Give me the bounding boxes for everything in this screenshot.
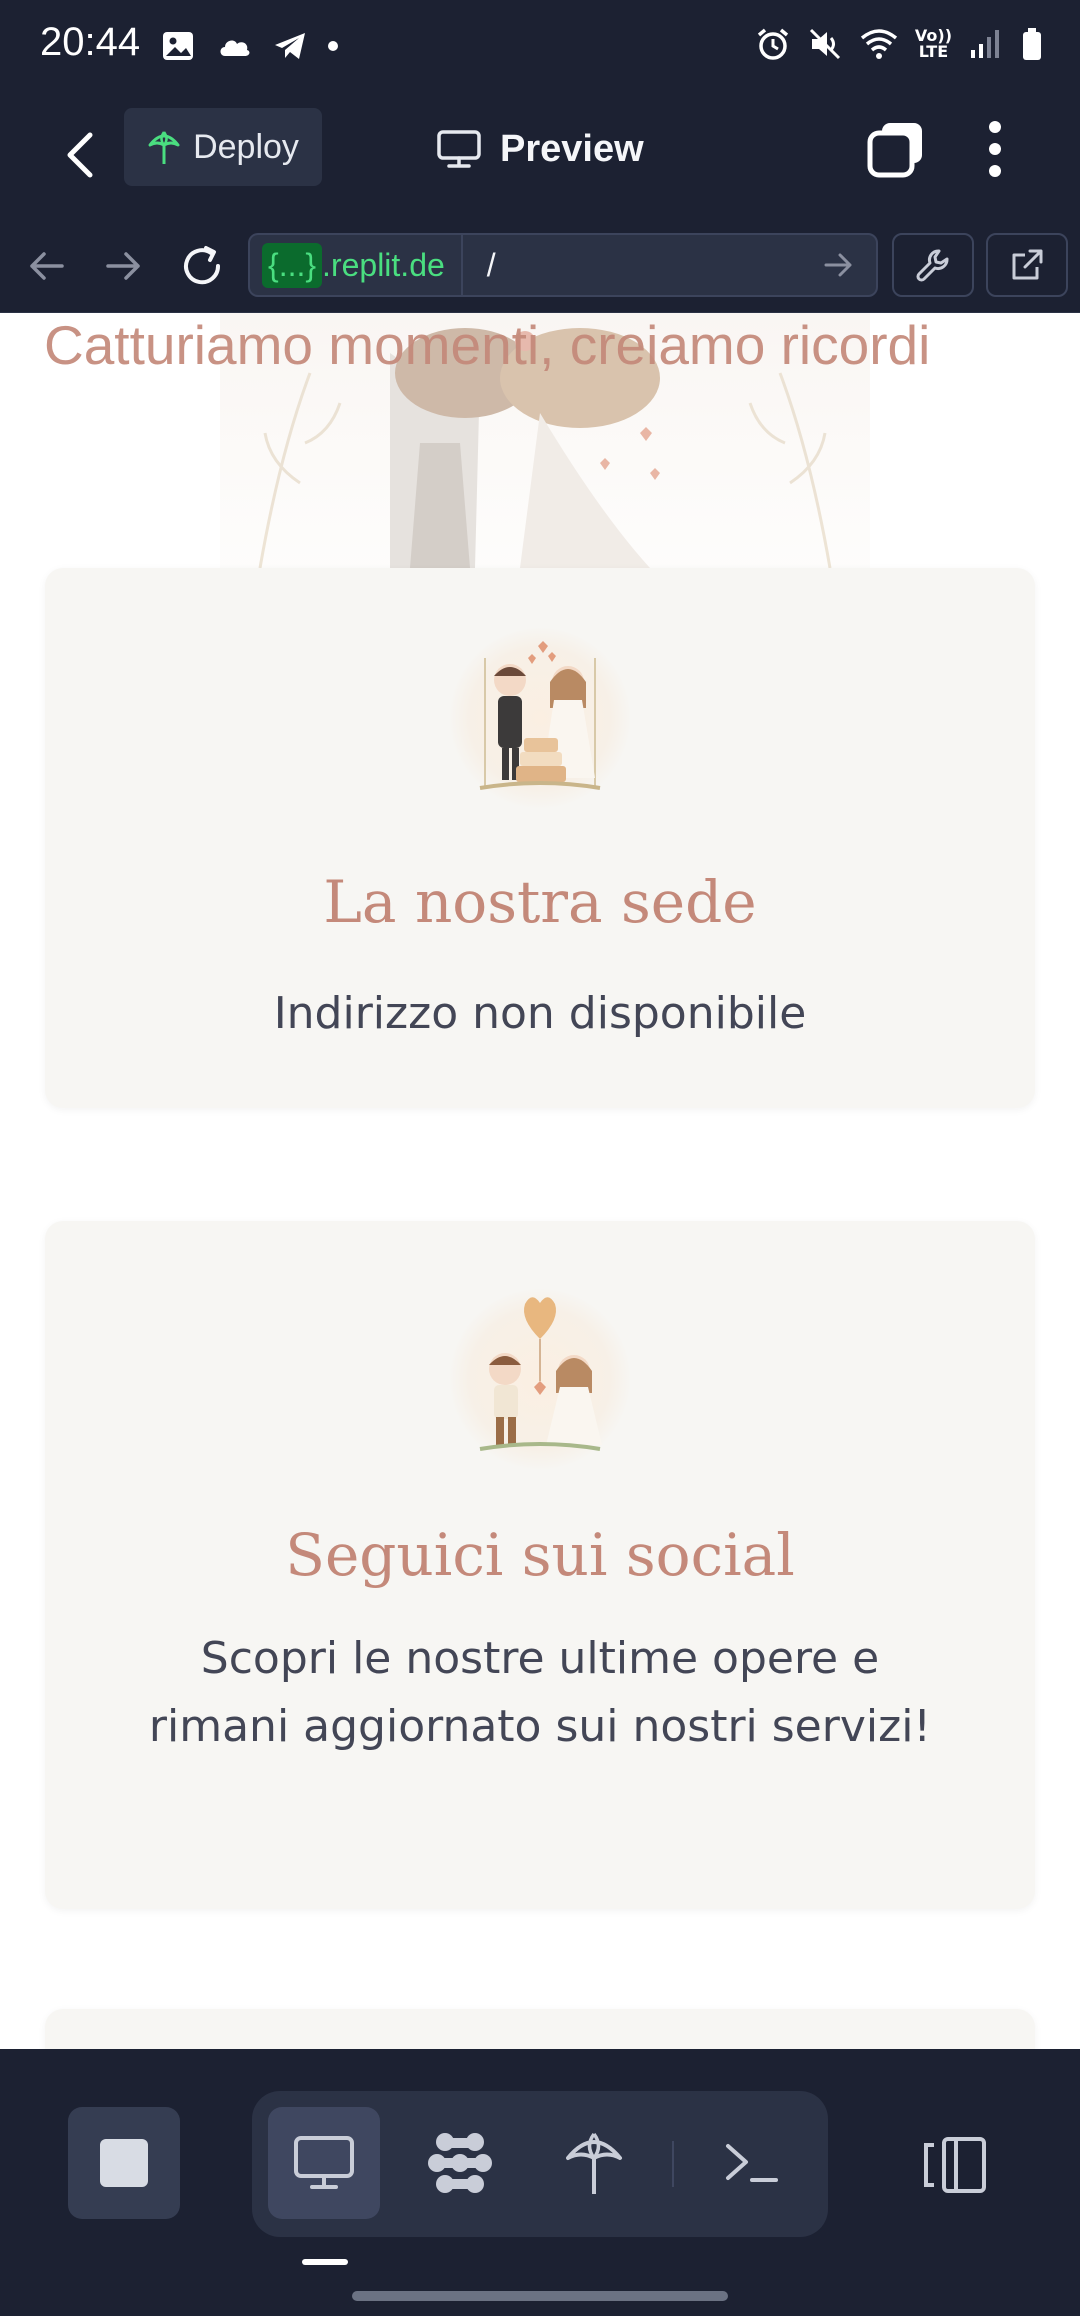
deploy-label: Deploy	[193, 127, 299, 166]
deploy-icon	[566, 2132, 622, 2194]
home-gesture-bar[interactable]	[352, 2291, 728, 2301]
url-badge: {...}	[262, 242, 323, 288]
app-bar: Deploy Preview	[0, 95, 1080, 222]
dot-icon	[328, 41, 338, 51]
next-card	[45, 2009, 1035, 2049]
alarm-icon	[757, 28, 788, 60]
deploy-button[interactable]: Deploy	[124, 108, 322, 186]
shell-icon	[726, 2144, 778, 2182]
monitor-icon	[437, 130, 481, 168]
stop-icon	[100, 2139, 148, 2187]
workspace-tool-button[interactable]	[404, 2107, 516, 2219]
bottom-toolbar	[0, 2049, 1080, 2316]
tool-divider	[672, 2141, 674, 2187]
preview-title: Preview	[436, 119, 644, 179]
panel-switch-icon[interactable]	[920, 2135, 990, 2195]
url-domain: .replit.de	[322, 235, 463, 295]
status-left-icons	[160, 28, 338, 64]
shell-tool-button[interactable]	[696, 2107, 808, 2219]
external-link-icon	[1012, 249, 1043, 280]
go-arrow-icon[interactable]	[818, 245, 858, 285]
open-external-button[interactable]	[986, 233, 1068, 297]
cloud-icon	[220, 40, 250, 56]
url-path[interactable]: /	[487, 247, 818, 284]
preview-icon	[294, 2136, 354, 2189]
deploy-icon	[148, 131, 180, 164]
location-card-text: Indirizzo non disponibile	[273, 988, 807, 1039]
card-image-wrapper	[450, 628, 630, 808]
battery-icon	[1023, 28, 1041, 60]
volte-bottom-label: LTE	[918, 42, 949, 61]
forward-arrow-icon[interactable]	[100, 242, 148, 290]
deploy-tool-button[interactable]	[538, 2107, 650, 2219]
status-right-icons: Vo)) LTE	[755, 26, 1044, 62]
social-card-title: Seguici sui social	[285, 1521, 795, 1589]
reload-icon[interactable]	[178, 242, 226, 290]
more-options-icon[interactable]	[980, 117, 1010, 181]
preview-label: Preview	[500, 127, 644, 170]
signal-icon	[971, 30, 999, 58]
card-image-wrapper	[450, 1289, 630, 1469]
browser-bar: {...} .replit.de /	[0, 220, 1080, 313]
url-bar[interactable]: {...} .replit.de /	[248, 233, 878, 297]
tool-switcher	[252, 2091, 828, 2237]
location-card: La nostra sede Indirizzo non disponibile	[45, 568, 1035, 1108]
volte-icon: Vo)) LTE	[915, 28, 952, 60]
web-content[interactable]: Catturiamo momenti, creiamo ricordi La n…	[0, 313, 1080, 2049]
devtools-button[interactable]	[892, 233, 974, 297]
wrench-icon	[916, 249, 949, 282]
wifi-icon	[860, 29, 897, 59]
status-time: 20:44	[40, 20, 141, 64]
couple-balloon-illustration	[479, 1297, 602, 1451]
social-card-text: Scopri le nostre ultime opere e rimani a…	[148, 1633, 932, 1752]
back-arrow-icon[interactable]	[22, 242, 70, 290]
active-tab-indicator	[302, 2259, 348, 2265]
telegram-icon	[275, 33, 305, 59]
mute-icon	[809, 28, 840, 60]
preview-tool-button[interactable]	[268, 2107, 380, 2219]
workspace-icon	[428, 2133, 492, 2193]
back-button[interactable]	[56, 125, 112, 185]
couple-cake-illustration	[479, 641, 601, 790]
status-bar: 20:44 Vo)) LTE	[0, 0, 1080, 95]
image-icon	[163, 32, 193, 60]
location-card-title: La nostra sede	[323, 868, 757, 936]
hero-title: Catturiamo momenti, creiamo ricordi	[44, 314, 931, 376]
social-card: Seguici sui social Scopri le nostre ulti…	[45, 1221, 1035, 1909]
stop-button[interactable]	[68, 2107, 180, 2219]
tabs-icon[interactable]	[866, 119, 926, 179]
